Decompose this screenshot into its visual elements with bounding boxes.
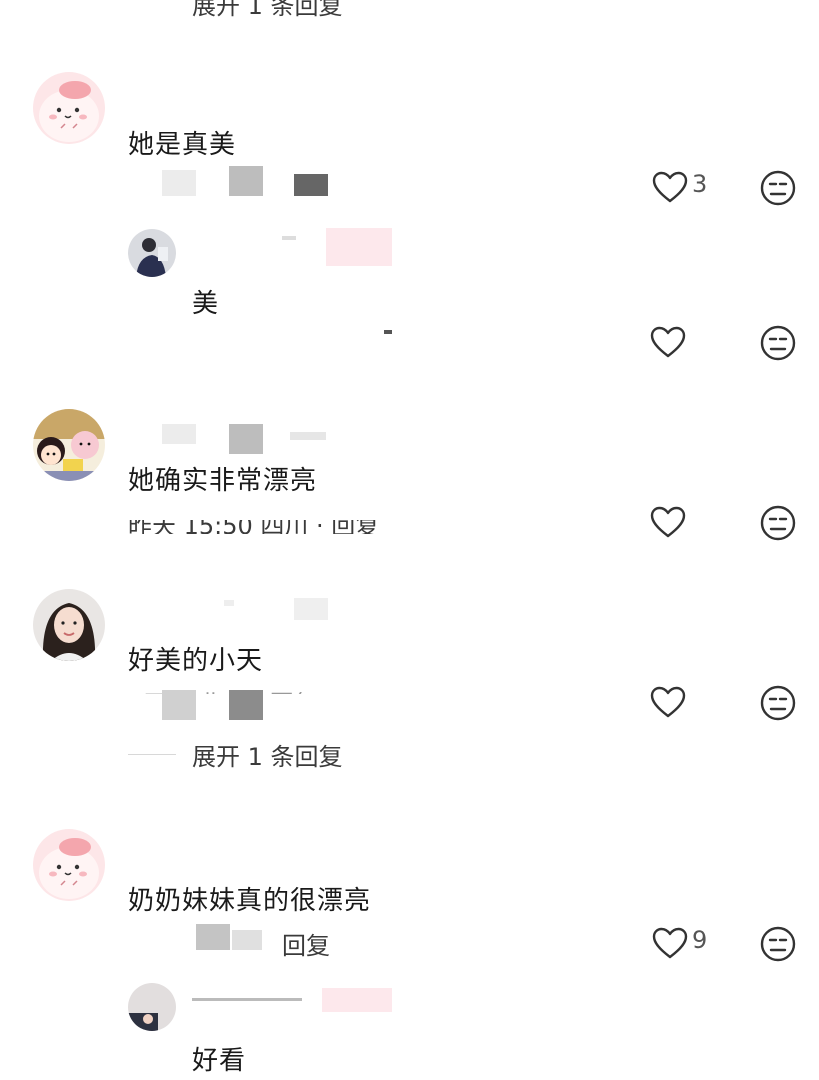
meh-face-icon (760, 685, 796, 721)
meh-face-icon (760, 926, 796, 962)
redacted-meta (294, 174, 328, 196)
heart-outline-icon (652, 171, 688, 203)
redacted-meta (229, 166, 263, 196)
like-button[interactable] (648, 503, 688, 543)
like-button[interactable] (648, 323, 688, 363)
redacted-badge (326, 228, 392, 266)
like-count: 3 (692, 170, 708, 198)
like-count: 9 (692, 926, 708, 954)
comment-text: 好美的小天 (128, 646, 264, 676)
avatar[interactable] (33, 72, 105, 144)
redacted-meta (162, 690, 196, 720)
redacted-username (290, 432, 326, 440)
like-button[interactable] (650, 924, 690, 964)
redacted-username (282, 236, 296, 240)
avatar[interactable] (128, 229, 176, 277)
dislike-button[interactable] (758, 323, 798, 363)
comment-text: 她是真美 (128, 130, 237, 160)
comment-meta: 昨天 15:50 四川 · 回复 (128, 512, 380, 534)
heart-outline-icon (650, 326, 686, 358)
avatar[interactable] (33, 589, 105, 661)
dislike-button[interactable] (758, 503, 798, 543)
expand-replies-link[interactable]: 展开 1 条回复 (192, 737, 343, 772)
redacted-meta (232, 930, 262, 950)
heart-outline-icon (652, 927, 688, 959)
dislike-button[interactable] (758, 924, 798, 964)
avatar[interactable] (33, 829, 105, 901)
like-button[interactable] (648, 683, 688, 723)
dislike-button[interactable] (758, 168, 798, 208)
redacted-meta (229, 690, 263, 720)
heart-outline-icon (650, 506, 686, 538)
redacted-username (294, 598, 328, 620)
redacted-username (224, 600, 234, 606)
meh-face-icon (760, 325, 796, 361)
top-expand-link[interactable]: 展开 1 条回复 (192, 0, 343, 21)
comment-text: 美 (192, 289, 220, 319)
redacted-meta (162, 170, 196, 196)
redacted-meta (196, 924, 230, 950)
meh-face-icon (760, 170, 796, 206)
dislike-button[interactable] (758, 683, 798, 723)
comment-meta: 2天前 北京 · 回复 (128, 692, 318, 694)
comment-text: 她确实非常漂亮 (128, 466, 318, 496)
meh-face-icon (760, 505, 796, 541)
redacted-username (229, 424, 263, 454)
comment-text: 好看 (192, 1046, 247, 1076)
avatar[interactable] (33, 409, 105, 481)
redacted-username (162, 424, 196, 444)
avatar[interactable] (128, 983, 176, 1031)
comment-text: 奶奶妹妹真的很漂亮 (128, 886, 372, 916)
reply-link[interactable]: 回复 (282, 926, 330, 961)
redacted-meta (384, 330, 392, 334)
redacted-username (192, 998, 302, 1001)
redacted-badge (322, 988, 392, 1012)
expand-divider (128, 754, 176, 755)
like-button[interactable] (650, 168, 690, 208)
heart-outline-icon (650, 686, 686, 718)
